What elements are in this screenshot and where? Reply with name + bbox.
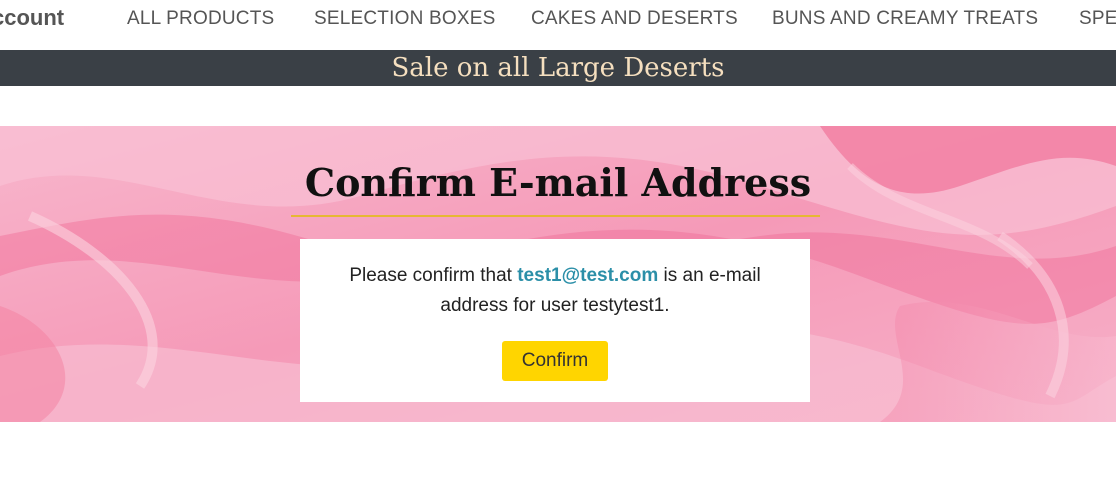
nav-specials[interactable]: SPEC bbox=[1079, 8, 1116, 30]
sale-banner-text: Sale on all Large Deserts bbox=[391, 53, 725, 83]
confirm-card: Please confirm that test1@test.com is an… bbox=[300, 239, 810, 402]
sale-banner: Sale on all Large Deserts bbox=[0, 50, 1116, 86]
account-link[interactable]: ccount bbox=[0, 5, 64, 31]
nav-buns-and-creamy-treats[interactable]: BUNS AND CREAMY TREATS bbox=[772, 8, 1038, 30]
email-link[interactable]: test1@test.com bbox=[517, 265, 658, 286]
nav-selection-boxes[interactable]: SELECTION BOXES bbox=[314, 8, 495, 30]
nav-all-products[interactable]: ALL PRODUCTS bbox=[127, 8, 274, 30]
title-underline bbox=[291, 215, 820, 217]
confirm-button[interactable]: Confirm bbox=[502, 341, 608, 381]
confirm-message: Please confirm that test1@test.com is an… bbox=[320, 261, 790, 321]
page-title: Confirm E-mail Address bbox=[304, 160, 812, 205]
message-prefix: Please confirm that bbox=[349, 265, 518, 286]
top-navigation: ccount ALL PRODUCTS SELECTION BOXES CAKE… bbox=[0, 0, 1116, 50]
nav-cakes-and-deserts[interactable]: CAKES AND DESERTS bbox=[531, 8, 738, 30]
